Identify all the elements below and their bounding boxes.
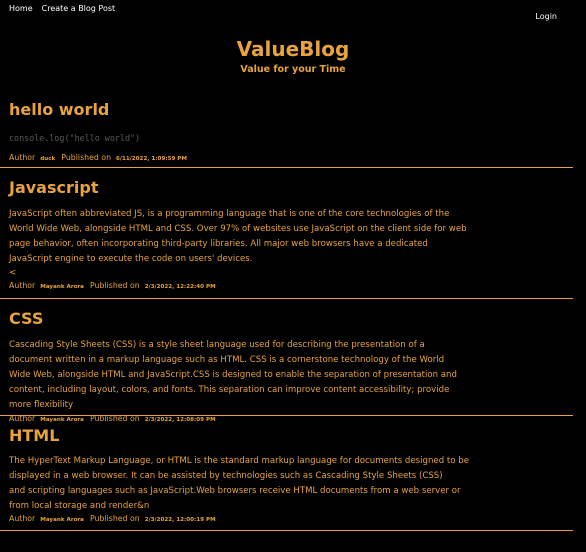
nav-left: Home Create a Blog Post — [9, 4, 124, 13]
site-title[interactable]: ValueBlog — [0, 37, 586, 61]
published-date: 6/11/2022, 1:09:59 PM — [116, 156, 187, 162]
post-card: hello world console.log("hello world") A… — [0, 96, 573, 168]
post-title[interactable]: Javascript — [9, 178, 564, 198]
author-name: duck — [40, 156, 56, 162]
published-date: 2/3/2022, 12:22:40 PM — [144, 284, 216, 290]
nav-right: Login — [535, 4, 557, 23]
post-meta: Author Mayank Arora Published on 2/3/202… — [9, 281, 564, 290]
post-title[interactable]: CSS — [9, 309, 564, 329]
site-header: ValueBlog Value for your Time — [0, 37, 586, 75]
author-label: Author — [9, 414, 36, 423]
author-label: Author — [9, 281, 36, 290]
post-card: Javascript JavaScript often abbreviated … — [0, 168, 573, 299]
published-date: 2/3/2022, 12:08:09 PM — [144, 417, 216, 423]
published-label: Published on — [89, 414, 140, 423]
post-meta: Author duck Published on 6/11/2022, 1:09… — [9, 153, 564, 162]
post-title[interactable]: HTML — [9, 426, 564, 446]
author-name: Mayank Arora — [40, 517, 84, 523]
published-label: Published on — [89, 514, 140, 523]
author-name: Mayank Arora — [40, 417, 84, 423]
post-title[interactable]: hello world — [9, 100, 564, 120]
post-body: Cascading Style Sheets (CSS) is a style … — [9, 340, 457, 410]
nav-home-link[interactable]: Home — [9, 4, 33, 13]
published-label: Published on — [89, 281, 140, 290]
nav-create-post-link[interactable]: Create a Blog Post — [42, 4, 116, 13]
author-label: Author — [9, 153, 36, 162]
post-body-continued: and scripting languages such as JavaScri… — [9, 486, 461, 511]
post-body: JavaScript often abbreviated JS, is a pr… — [9, 209, 467, 264]
post-list: hello world console.log("hello world") A… — [0, 96, 573, 531]
post-body-extra: < — [9, 268, 17, 278]
post-meta: Author Mayank Arora Published on 2/3/202… — [9, 514, 564, 523]
post-card: HTML The HyperText Markup Language, or H… — [0, 416, 573, 531]
site-subtitle: Value for your Time — [240, 64, 346, 75]
post-body: The HyperText Markup Language, or HTML i… — [9, 456, 469, 481]
nav-login-link[interactable]: Login — [535, 12, 557, 21]
published-label: Published on — [61, 153, 112, 162]
top-nav: Home Create a Blog Post Login — [0, 0, 586, 23]
published-date: 2/3/2022, 12:00:19 PM — [144, 517, 216, 523]
author-label: Author — [9, 514, 36, 523]
post-body: console.log("hello world") — [9, 133, 141, 143]
post-card: CSS Cascading Style Sheets (CSS) is a st… — [0, 299, 573, 423]
author-name: Mayank Arora — [40, 284, 84, 290]
